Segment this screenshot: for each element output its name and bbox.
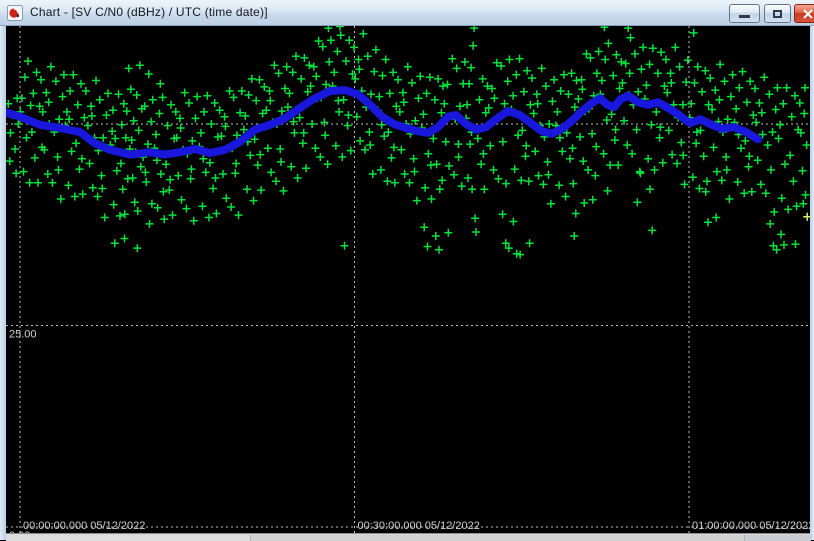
chart-app-icon bbox=[7, 5, 23, 21]
window-border-right bbox=[810, 26, 814, 540]
minimize-icon bbox=[739, 15, 750, 18]
window-bottom-strip bbox=[6, 533, 810, 540]
window-title: Chart - [SV C/N0 (dBHz) / UTC (time date… bbox=[30, 5, 268, 19]
title-bar[interactable]: Chart - [SV C/N0 (dBHz) / UTC (time date… bbox=[0, 0, 814, 26]
maximize-button[interactable] bbox=[764, 4, 791, 23]
plot-area[interactable]: 00:00:00.000 05/12/2022 00:30:00.000 05/1… bbox=[6, 26, 810, 533]
close-icon bbox=[802, 9, 814, 19]
gridlines bbox=[6, 26, 810, 533]
scatter-series bbox=[803, 213, 810, 221]
axis-labels: 00:00:00.000 05/12/2022 00:30:00.000 05/1… bbox=[9, 329, 810, 534]
y-tick-label: 25.00 bbox=[9, 329, 37, 341]
x-tick-label: 01:00:00.000 05/12/2022 bbox=[692, 520, 810, 532]
maximize-icon bbox=[773, 10, 782, 18]
x-tick-label: 00:00:00.000 05/12/2022 bbox=[23, 520, 145, 532]
bottom-strip-segment bbox=[744, 535, 811, 541]
x-tick-label: 00:30:00.000 05/12/2022 bbox=[358, 520, 480, 532]
bottom-strip-segment bbox=[6, 535, 250, 541]
close-button[interactable] bbox=[794, 4, 814, 23]
minimize-button[interactable] bbox=[729, 4, 760, 23]
chart-window: Chart - [SV C/N0 (dBHz) / UTC (time date… bbox=[0, 0, 814, 540]
bottom-strip-segment bbox=[250, 535, 745, 541]
